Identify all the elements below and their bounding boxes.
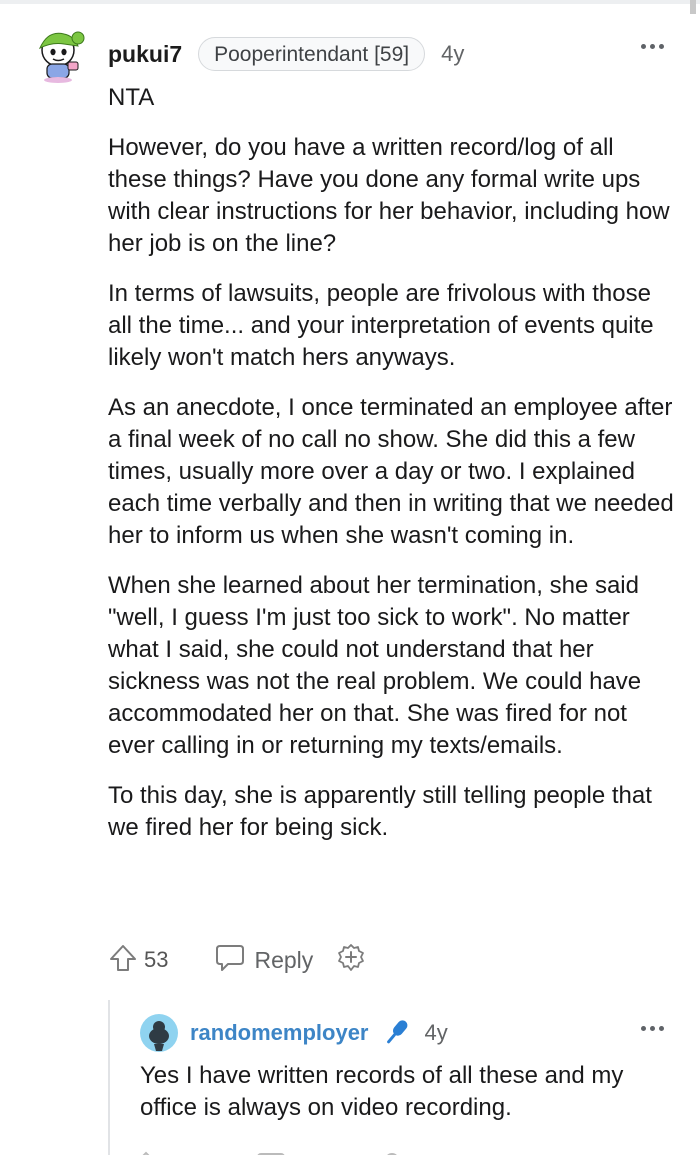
upvote-count: 53	[144, 947, 169, 972]
reply-label: Reply	[254, 946, 314, 973]
thread-line[interactable]	[108, 1000, 110, 1155]
reply-age: 4y	[424, 1020, 448, 1045]
avatar[interactable]	[140, 1014, 178, 1052]
comment-paragraph: In terms of lawsuits, people are frivolo…	[108, 280, 654, 371]
comment-actions: 53 Reply	[108, 942, 367, 978]
username[interactable]: randomemployer	[190, 1020, 369, 1046]
comment-paragraph: NTA	[108, 84, 155, 111]
comment-body: NTA However, do you have a written recor…	[108, 82, 678, 862]
award-button[interactable]	[335, 942, 367, 979]
comment-header: pukui7 Pooperintendant [59] 4y	[108, 36, 464, 72]
top-edge	[0, 0, 700, 4]
comment-age: 4y	[441, 41, 465, 66]
upvote-icon[interactable]	[108, 943, 138, 978]
avatar[interactable]	[34, 28, 90, 84]
reply-button[interactable]: Reply	[214, 943, 313, 978]
mic-icon	[379, 1016, 413, 1050]
scrollbar-thumb[interactable]	[690, 0, 696, 14]
reply-text: Yes I have written records of all these …	[140, 1062, 624, 1121]
reply-header: randomemployer 4y	[190, 1016, 448, 1050]
comment-paragraph: To this day, she is apparently still tel…	[108, 782, 652, 841]
reply-icon	[214, 943, 246, 978]
reply-actions-clipped	[140, 1146, 440, 1155]
award-icon	[335, 942, 367, 979]
more-options-icon[interactable]	[641, 1026, 664, 1031]
comment-paragraph: When she learned about her termination, …	[108, 572, 642, 759]
comment-paragraph: As an anecdote, I once terminated an emp…	[108, 394, 674, 549]
reply-body: Yes I have written records of all these …	[140, 1060, 680, 1124]
upvote-button[interactable]: 53	[108, 943, 168, 978]
more-options-icon[interactable]	[641, 44, 664, 49]
user-flair: Pooperintendant [59]	[198, 37, 426, 71]
comment-paragraph: However, do you have a written record/lo…	[108, 134, 670, 257]
username[interactable]: pukui7	[108, 41, 182, 68]
